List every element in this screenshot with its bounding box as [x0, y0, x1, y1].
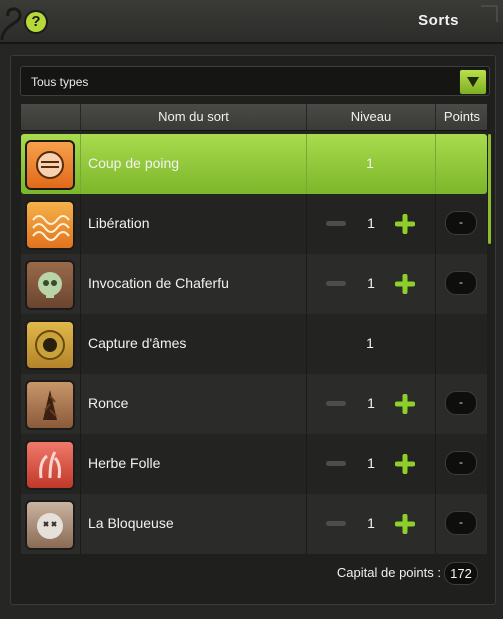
level-increase-button[interactable]: [395, 454, 415, 474]
spell-points-button[interactable]: -: [445, 511, 477, 535]
spell-level: 1: [366, 335, 374, 351]
level-increase-button[interactable]: [395, 394, 415, 414]
spell-row[interactable]: Invocation de Chaferfu 1 -: [21, 254, 487, 314]
spell-level: 1: [367, 515, 375, 531]
level-decrease-button[interactable]: [326, 521, 346, 526]
spell-level: 1: [366, 155, 374, 171]
table-header: Nom du sort Niveau Points: [21, 104, 487, 131]
spell-row[interactable]: Ronce 1 -: [21, 374, 487, 434]
capital-label: Capital de points :: [336, 565, 441, 580]
level-increase-button[interactable]: [395, 514, 415, 534]
spell-level: 1: [367, 275, 375, 291]
skull-icon[interactable]: [25, 260, 75, 310]
header-name[interactable]: Nom du sort: [80, 104, 306, 130]
wave-pattern-icon[interactable]: [25, 200, 75, 250]
soul-capture-icon[interactable]: [25, 320, 75, 370]
spell-name: Coup de poing: [88, 155, 180, 171]
level-increase-button[interactable]: [395, 214, 415, 234]
spell-row[interactable]: Coup de poing 1: [21, 134, 487, 194]
spell-points-button[interactable]: -: [445, 271, 477, 295]
triangle-down-icon: [467, 77, 479, 87]
window-corner-ornament-icon: [481, 5, 498, 22]
spells-window: ? Sorts Tous types Nom du sort Niveau Po…: [0, 0, 503, 619]
spell-points-button[interactable]: -: [445, 391, 477, 415]
spell-row[interactable]: Capture d'âmes 1: [21, 314, 487, 374]
level-decrease-button[interactable]: [326, 461, 346, 466]
level-decrease-button[interactable]: [326, 221, 346, 226]
capital-value: 172: [444, 562, 478, 585]
spell-type-selected: Tous types: [31, 75, 89, 89]
title-bar[interactable]: ? Sorts: [0, 0, 503, 44]
spell-name: Herbe Folle: [88, 455, 161, 471]
spell-name: La Bloqueuse: [88, 515, 174, 531]
window-title: Sorts: [418, 12, 459, 29]
header-points[interactable]: Points: [435, 104, 488, 130]
spell-points-button[interactable]: -: [445, 211, 477, 235]
spell-type-dropdown[interactable]: Tous types: [20, 66, 490, 96]
spell-name: Invocation de Chaferfu: [88, 275, 229, 291]
spell-level: 1: [367, 215, 375, 231]
level-increase-button[interactable]: [395, 274, 415, 294]
spells-table: Nom du sort Niveau Points Coup de poing 1…: [21, 104, 487, 554]
fist-icon[interactable]: [25, 140, 75, 190]
spell-row[interactable]: Herbe Folle 1 -: [21, 434, 487, 494]
level-decrease-button[interactable]: [326, 281, 346, 286]
spell-row[interactable]: La Bloqueuse 1 -: [21, 494, 487, 554]
help-icon[interactable]: ?: [26, 12, 46, 32]
header-icon-col: [21, 104, 79, 130]
header-level[interactable]: Niveau: [306, 104, 435, 130]
spell-points-button[interactable]: -: [445, 451, 477, 475]
level-decrease-button[interactable]: [326, 401, 346, 406]
spell-name: Capture d'âmes: [88, 335, 187, 351]
spell-level: 1: [367, 455, 375, 471]
spell-row[interactable]: Libération 1 -: [21, 194, 487, 254]
bramble-icon[interactable]: [25, 380, 75, 430]
spell-name: Ronce: [88, 395, 129, 411]
blocker-icon[interactable]: [25, 500, 75, 550]
wild-grass-icon[interactable]: [25, 440, 75, 490]
dropdown-toggle-button[interactable]: [459, 69, 487, 95]
scrollbar-thumb[interactable]: [488, 134, 491, 244]
spell-name: Libération: [88, 215, 150, 231]
spell-level: 1: [367, 395, 375, 411]
